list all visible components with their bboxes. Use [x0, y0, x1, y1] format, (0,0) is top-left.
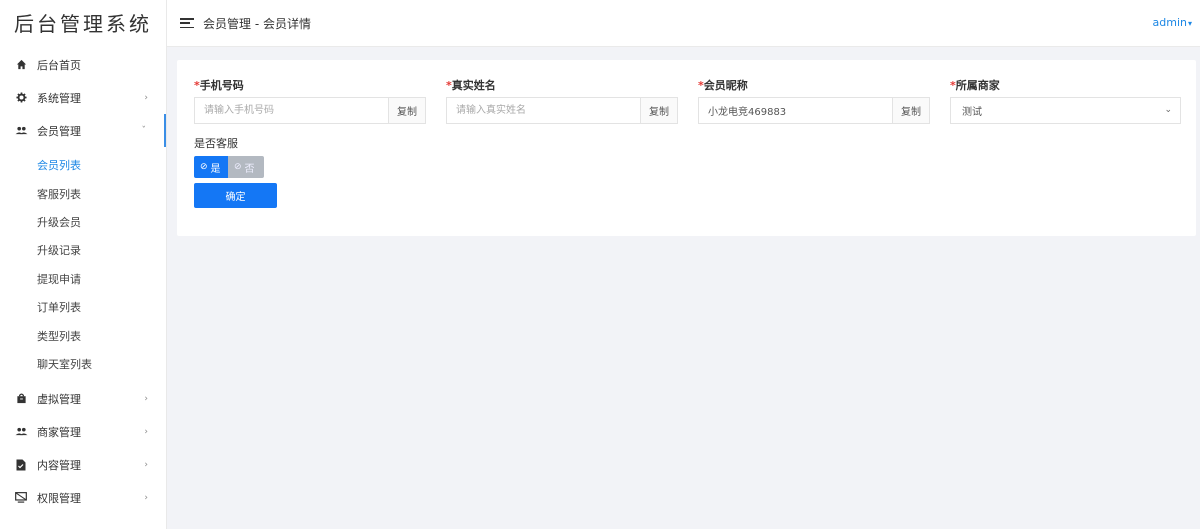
- chevron-right-icon: ›: [144, 426, 148, 437]
- chevron-right-icon: ›: [144, 393, 148, 404]
- merchant-select[interactable]: 测试 ⌄: [950, 97, 1181, 124]
- sidebar-item-label: 内容管理: [37, 458, 81, 472]
- submenu-item-types[interactable]: 类型列表: [0, 321, 166, 349]
- gear-icon: [14, 91, 28, 105]
- submenu-item-upgrade-member[interactable]: 升级会员: [0, 208, 166, 236]
- sidebar-menu: 后台首页 系统管理 › 会员管理 ˇ: [0, 48, 166, 147]
- home-icon: [14, 58, 28, 72]
- sidebar-item-content[interactable]: 内容管理 ›: [0, 448, 166, 481]
- form-fields-row: *手机号码 复制 *真实姓名 复制 *会员昵称 复制 *所属商家 测试: [194, 77, 1200, 124]
- chevron-down-icon: ⌄: [1164, 105, 1172, 115]
- caret-down-icon: ▾: [1187, 19, 1192, 28]
- submenu-item-withdrawals[interactable]: 提现申请: [0, 265, 166, 293]
- submenu-item-orders[interactable]: 订单列表: [0, 293, 166, 321]
- bag-icon: [14, 392, 28, 406]
- app-logo: 后台管理系统: [14, 12, 152, 36]
- sidebar-item-system[interactable]: 系统管理 ›: [0, 81, 166, 114]
- service-no-button[interactable]: ⊘ 否: [228, 156, 264, 178]
- copy-realname-button[interactable]: 复制: [640, 97, 678, 124]
- chevron-right-icon: ›: [144, 492, 148, 503]
- input-group: 复制: [194, 97, 446, 124]
- merchant-field: *所属商家 测试 ⌄: [950, 77, 1200, 124]
- realname-field: *真实姓名 复制: [446, 77, 698, 124]
- customer-service-toggle-area: 是否客服 ⊘ 是 ⊘ 否: [194, 135, 264, 178]
- username: admin: [1152, 16, 1187, 29]
- field-label: *所属商家: [950, 79, 1000, 92]
- chevron-down-icon: ˇ: [141, 125, 147, 136]
- chevron-right-icon: ›: [144, 459, 148, 470]
- field-label: *真实姓名: [446, 79, 496, 92]
- nickname-field: *会员昵称 复制: [698, 77, 950, 124]
- chevron-right-icon: ›: [144, 92, 148, 103]
- field-label: *会员昵称: [698, 79, 748, 92]
- input-group: 复制: [446, 97, 698, 124]
- phone-input[interactable]: [194, 97, 388, 124]
- sidebar-item-label: 后台首页: [37, 58, 81, 72]
- phone-field: *手机号码 复制: [194, 77, 446, 124]
- monitor-icon: [14, 491, 28, 505]
- toggle-label: 是否客服: [194, 137, 238, 150]
- users-icon: [14, 124, 28, 138]
- realname-input[interactable]: [446, 97, 640, 124]
- sidebar-item-members[interactable]: 会员管理 ˇ: [0, 114, 166, 147]
- copy-phone-button[interactable]: 复制: [388, 97, 426, 124]
- sidebar-item-permissions[interactable]: 权限管理 ›: [0, 481, 166, 514]
- check-circle-icon: ⊘: [200, 162, 208, 172]
- submenu-item-service-list[interactable]: 客服列表: [0, 179, 166, 207]
- check-circle-icon: ⊘: [234, 162, 242, 172]
- merchant-selected-value: 测试: [962, 107, 982, 118]
- customer-service-toggle: ⊘ 是 ⊘ 否: [194, 156, 264, 178]
- sidebar-item-label: 商家管理: [37, 425, 81, 439]
- members-submenu: 会员列表 客服列表 升级会员 升级记录 提现申请 订单列表 类型列表 聊天室列表: [0, 147, 166, 382]
- copy-nickname-button[interactable]: 复制: [892, 97, 930, 124]
- member-detail-card: *手机号码 复制 *真实姓名 复制 *会员昵称 复制 *所属商家 测试: [177, 60, 1196, 236]
- sidebar-item-label: 会员管理: [37, 124, 81, 138]
- document-icon: [14, 458, 28, 472]
- top-header: 会员管理 - 会员详情 admin▾: [167, 0, 1200, 47]
- sidebar: 后台管理系统 后台首页 系统管理 › 会员管理 ˇ 会员列表 客服列表 升级会员…: [0, 0, 167, 529]
- sidebar-item-label: 系统管理: [37, 91, 81, 105]
- sidebar-item-merchants[interactable]: 商家管理 ›: [0, 415, 166, 448]
- submenu-item-member-list[interactable]: 会员列表: [0, 151, 166, 179]
- sidebar-item-virtual[interactable]: 虚拟管理 ›: [0, 382, 166, 415]
- submenu-item-upgrade-records[interactable]: 升级记录: [0, 236, 166, 264]
- user-menu[interactable]: admin▾: [1153, 16, 1192, 29]
- field-label: *手机号码: [194, 79, 244, 92]
- menu-toggle-icon[interactable]: [180, 18, 194, 28]
- sidebar-item-label: 权限管理: [37, 491, 81, 505]
- breadcrumb: 会员管理 - 会员详情: [203, 16, 311, 31]
- submenu-item-chatrooms[interactable]: 聊天室列表: [0, 350, 166, 378]
- nickname-input[interactable]: [698, 97, 892, 124]
- input-group: 复制: [698, 97, 950, 124]
- service-yes-button[interactable]: ⊘ 是: [194, 156, 228, 178]
- confirm-button[interactable]: 确定: [194, 183, 277, 208]
- sidebar-menu-lower: 虚拟管理 › 商家管理 › 内容管理 › 权限管理 ›: [0, 382, 166, 514]
- sidebar-item-label: 虚拟管理: [37, 392, 81, 406]
- sidebar-item-home[interactable]: 后台首页: [0, 48, 166, 81]
- users-icon: [14, 425, 28, 439]
